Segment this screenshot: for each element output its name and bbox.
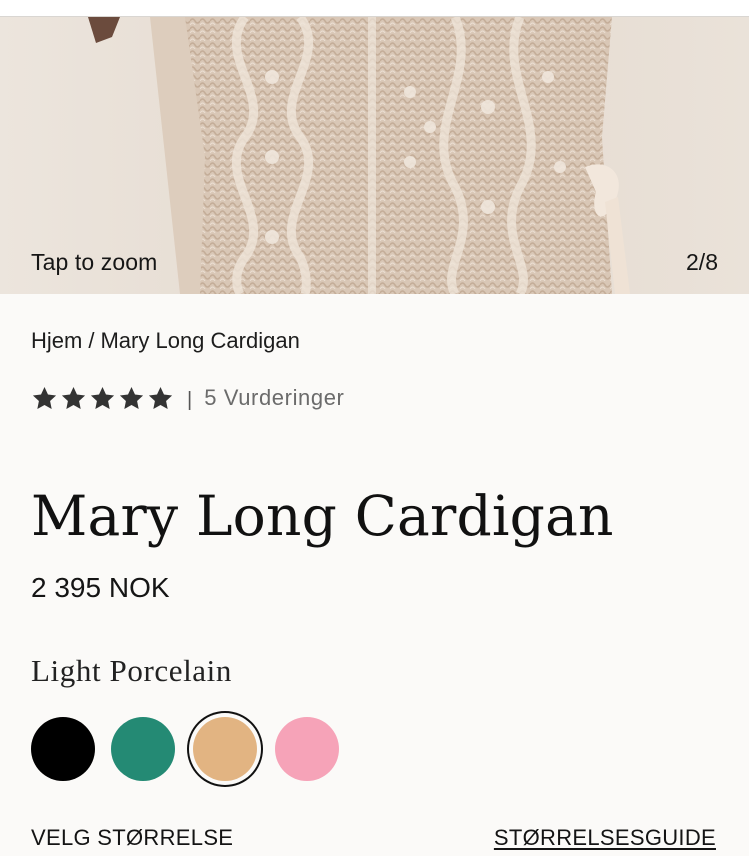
star-icon [61,386,86,409]
breadcrumb-current: Mary Long Cardigan [100,328,300,353]
star-icon [148,386,173,409]
breadcrumb-home-link[interactable]: Hjem [31,328,82,353]
star-icon [90,386,115,409]
header-bar [0,0,749,17]
product-rating[interactable]: | 5 Vurderinger [31,382,345,414]
size-guide-link[interactable]: STØRRELSESGUIDE [494,825,716,851]
product-page: Tap to zoom 2/8 Hjem / Mary Long Cardigan … [0,0,749,856]
product-image-gallery[interactable]: Tap to zoom 2/8 [0,17,749,294]
reviews-count-link[interactable]: 5 Vurderinger [204,385,344,411]
color-swatch-light-porcelain[interactable] [193,717,257,781]
star-icon [119,386,144,409]
rating-stars [31,385,174,412]
star-icon [32,386,57,409]
select-size-label[interactable]: VELG STØRRELSE [31,825,233,851]
breadcrumb: Hjem / Mary Long Cardigan [31,328,300,354]
breadcrumb-separator: / [88,328,95,353]
color-swatch-pink[interactable] [275,717,339,781]
color-swatch-black[interactable] [31,717,95,781]
image-counter: 2/8 [686,249,718,275]
selected-color-name: Light Porcelain [31,653,232,688]
color-swatch-teal[interactable] [111,717,175,781]
product-title: Mary Long Cardigan [31,484,614,548]
product-price: 2 395 NOK [31,572,170,603]
tap-to-zoom-hint: Tap to zoom [31,249,158,275]
color-swatches [31,717,355,781]
rating-divider: | [187,388,193,411]
